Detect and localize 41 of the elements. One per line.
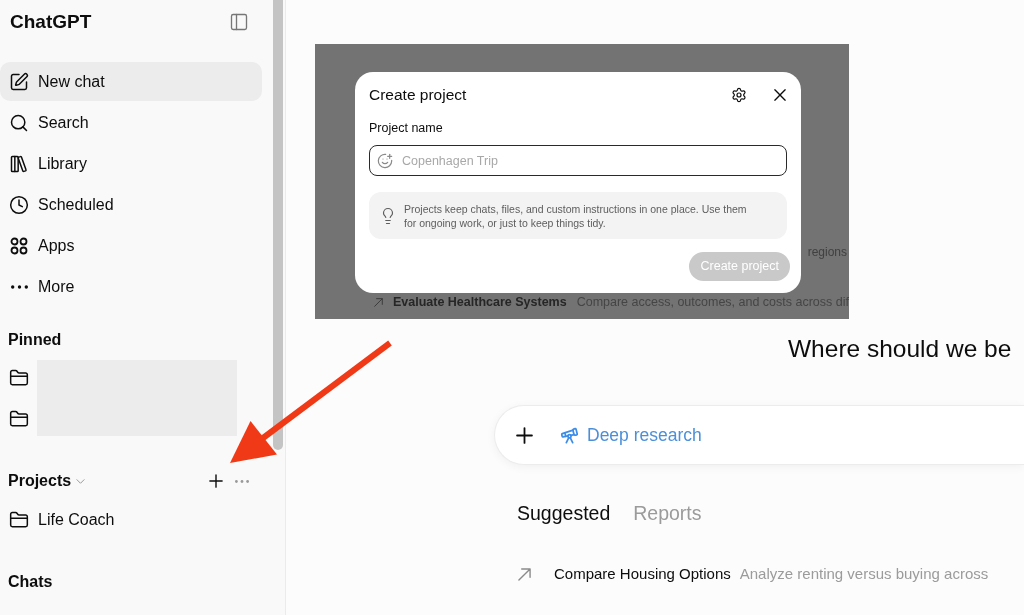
- apps-grid-icon: [9, 235, 29, 256]
- background-suggestion-title: Evaluate Healthcare Systems: [392, 295, 567, 309]
- sidebar-nav-item[interactable]: New chat: [0, 62, 262, 101]
- close-icon[interactable]: [774, 89, 786, 101]
- settings-icon[interactable]: [731, 87, 747, 103]
- folder-icon[interactable]: [9, 409, 29, 429]
- projects-heading[interactable]: Projects: [8, 469, 86, 493]
- compose-icon: [9, 71, 29, 92]
- arrow-up-right-icon: [374, 296, 383, 308]
- telescope-icon: [560, 425, 579, 445]
- app-title: ChatGPT: [10, 9, 92, 34]
- add-icon[interactable]: [516, 426, 533, 444]
- scrollbar-thumb[interactable]: [273, 0, 283, 450]
- search-icon: [9, 112, 29, 133]
- add-icon[interactable]: [209, 474, 223, 488]
- chevron-down-icon: [76, 478, 86, 484]
- tab[interactable]: Suggested: [517, 500, 611, 526]
- sidebar-nav-item[interactable]: Apps: [0, 226, 262, 265]
- sidebar-toggle-icon[interactable]: [229, 12, 249, 32]
- add-emoji-icon[interactable]: [377, 152, 393, 169]
- sidebar-nav-item[interactable]: Library: [0, 144, 262, 183]
- sidebar-nav-item[interactable]: Search: [0, 103, 262, 142]
- tip-text: Projects keep chats, files, and custom instructions in one place. Use them for ongoing work, or just to keep things tidy.: [404, 201, 748, 230]
- project-name-field[interactable]: Copenhagen Trip: [369, 145, 787, 176]
- clock-icon: [9, 194, 29, 215]
- books-icon: [9, 153, 29, 174]
- main-heading: Where should we be: [788, 334, 1013, 364]
- sidebar-nav-item[interactable]: Scheduled: [0, 185, 262, 224]
- more-icon[interactable]: [235, 479, 249, 483]
- field-label: Project name: [369, 120, 444, 136]
- section-heading: Pinned: [8, 330, 62, 350]
- project-item[interactable]: Life Coach: [0, 502, 262, 538]
- folder-icon: [9, 510, 29, 530]
- folder-icon[interactable]: [9, 368, 29, 388]
- suggestion-title[interactable]: Compare Housing Options: [554, 562, 731, 586]
- arrow-up-right-icon: [518, 567, 531, 581]
- more-icon: [10, 284, 28, 289]
- suggestion-description: Analyze renting versus buying across: [739, 563, 989, 584]
- dialog-title: Create project: [369, 85, 467, 106]
- section-heading: Chats: [8, 572, 53, 592]
- sidebar-nav-item[interactable]: More: [0, 267, 262, 306]
